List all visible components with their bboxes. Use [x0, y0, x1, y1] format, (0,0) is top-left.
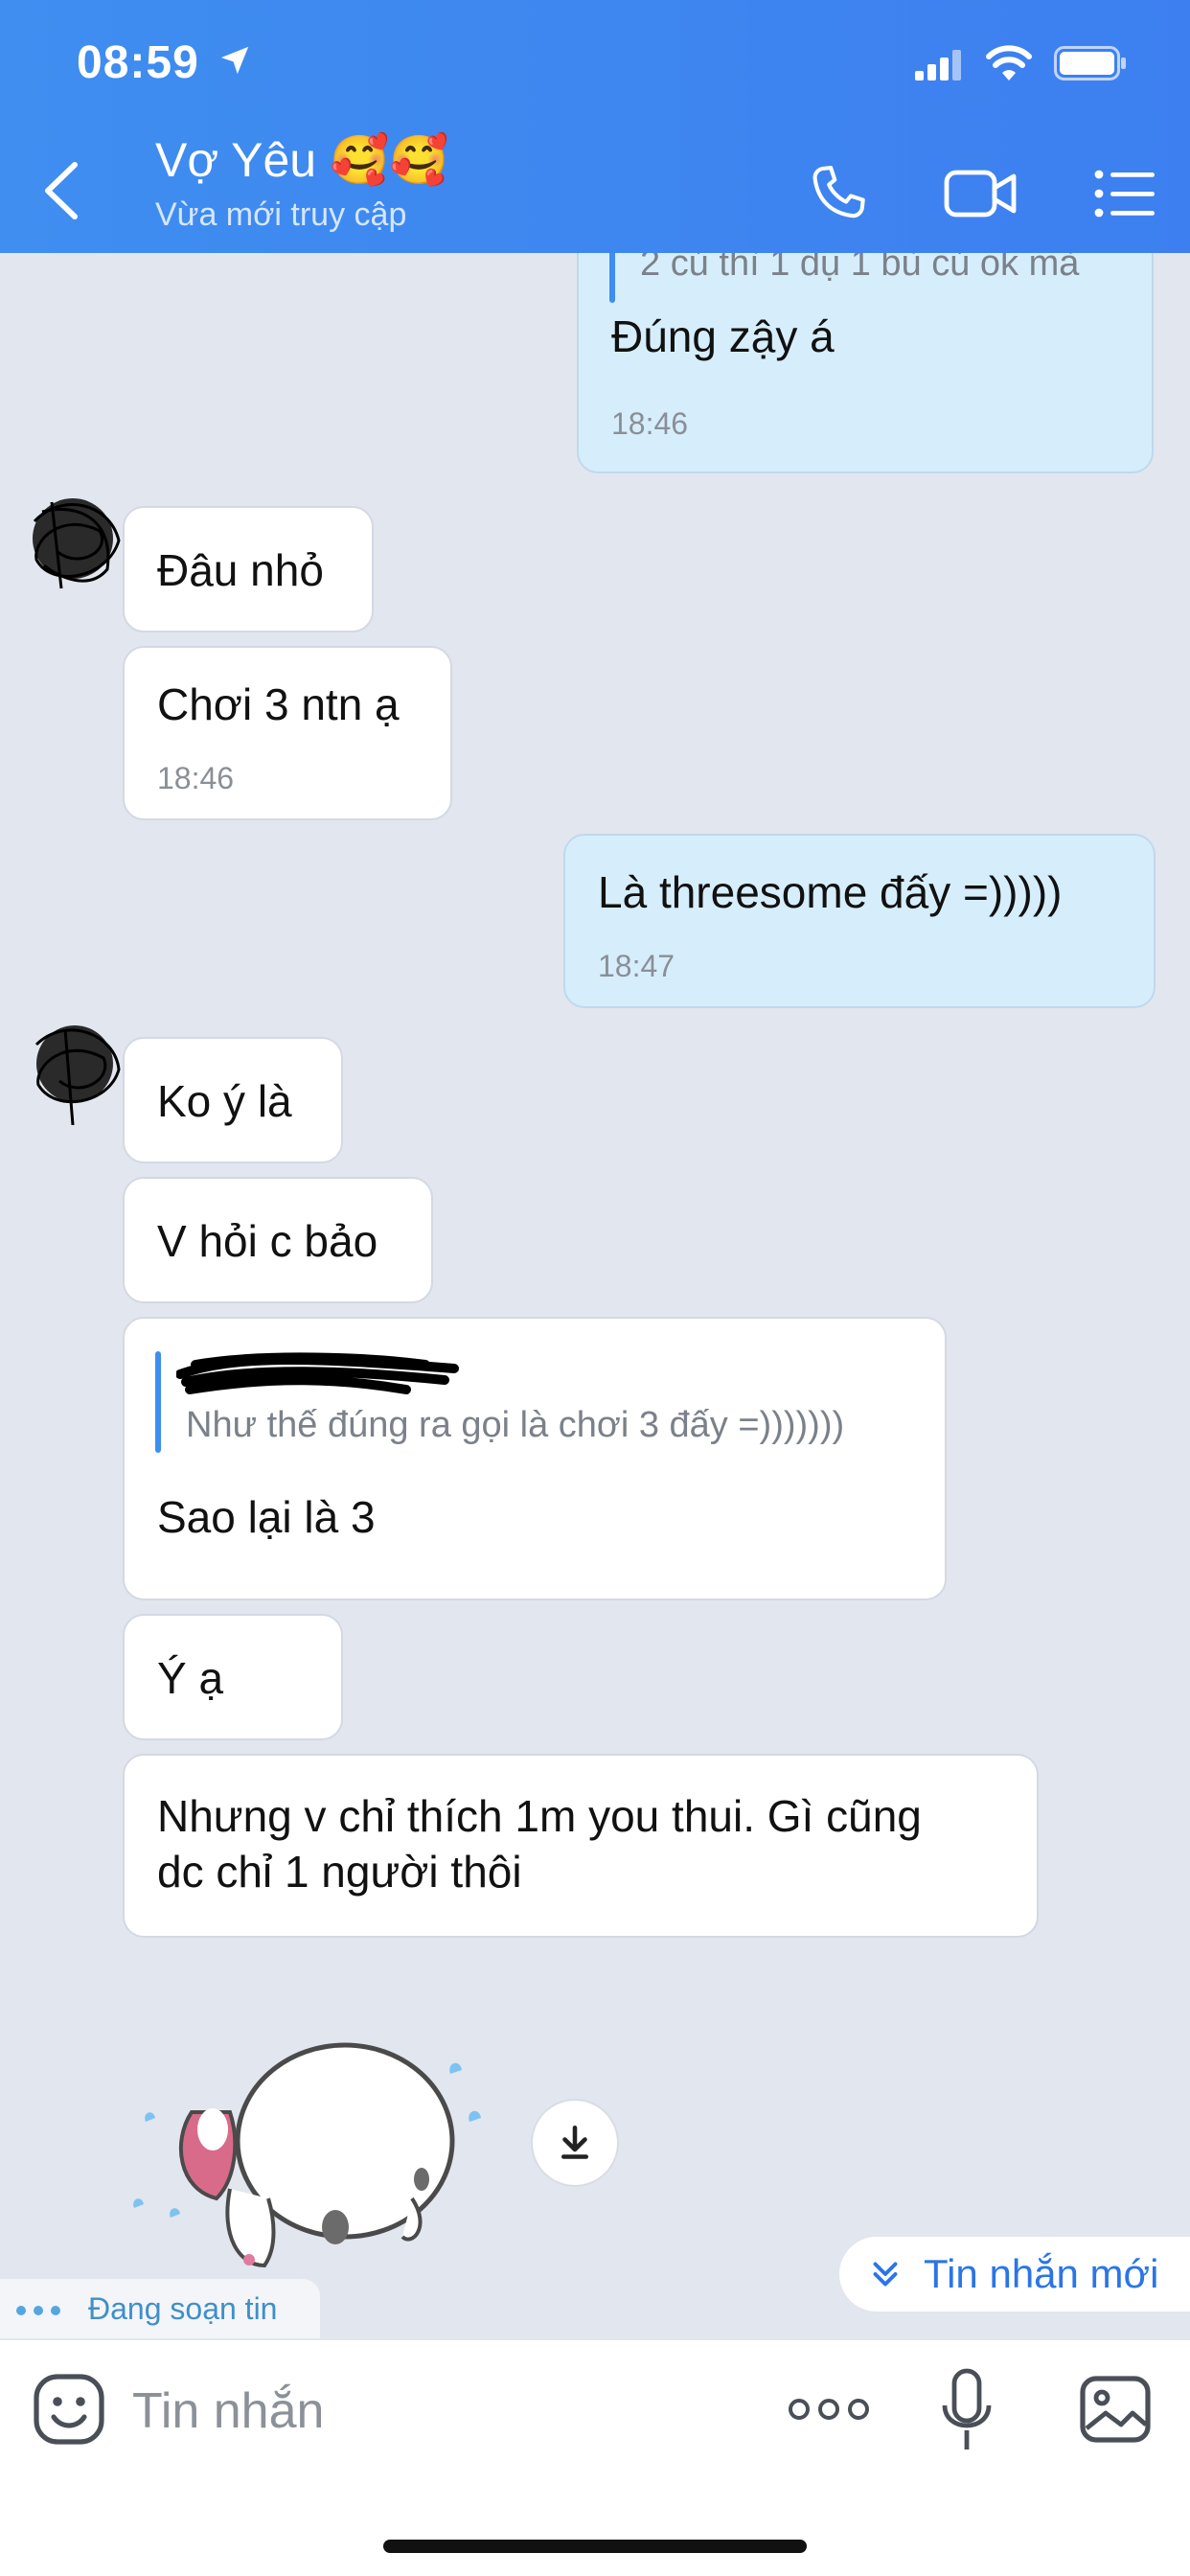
double-chevron-down-icon	[873, 2262, 898, 2287]
message-input[interactable]	[132, 2379, 726, 2444]
download-button[interactable]	[531, 2099, 619, 2187]
message-bubble-theirs[interactable]: Ko ý là	[123, 1037, 343, 1163]
message-list[interactable]: 2 củ thì 1 dụ 1 bù củ ok mà Đúng zậy á 1…	[0, 253, 1190, 2338]
redacted-sender-name	[176, 1352, 459, 1394]
wifi-icon	[986, 45, 1032, 80]
message-bubble-mine[interactable]: 2 củ thì 1 dụ 1 bù củ ok mà Đúng zậy á 1…	[577, 253, 1154, 473]
message-bubble-theirs[interactable]: Chơi 3 ntn ạ 18:46	[123, 646, 452, 820]
microphone-icon[interactable]	[941, 2367, 993, 2453]
message-time: 18:46	[157, 761, 235, 795]
video-camera-icon	[944, 170, 1017, 218]
message-bubble-theirs[interactable]: Ý ạ	[123, 1614, 343, 1740]
home-indicator	[383, 2540, 807, 2553]
contact-status: Vừa mới truy cập	[155, 196, 407, 233]
location-arrow-icon	[220, 46, 249, 75]
chat-screen: 08:59 Vợ Yêu 🥰🥰 Vừa mới truy cập 2 củ th…	[0, 0, 1190, 2576]
contact-avatar[interactable]	[23, 1010, 128, 1125]
typing-indicator: Đang soạn tin	[0, 2279, 320, 2338]
message-bubble-theirs[interactable]: Đâu nhỏ	[123, 506, 374, 632]
new-messages-label: Tin nhắn mới	[924, 2251, 1159, 2296]
menu-button[interactable]	[1085, 153, 1165, 234]
battery-icon	[1054, 46, 1126, 80]
message-bubble-theirs[interactable]: Nhưng v chỉ thích 1m you thui. Gì cũng d…	[123, 1754, 1039, 1938]
quote-bar	[609, 253, 615, 303]
list-icon	[1094, 170, 1155, 218]
emoji-icon[interactable]	[33, 2373, 105, 2446]
contact-avatar[interactable]	[23, 483, 128, 598]
new-messages-button[interactable]: Tin nhắn mới	[839, 2237, 1190, 2312]
status-time: 08:59	[77, 37, 199, 88]
ellipsis-icon[interactable]	[786, 2390, 872, 2428]
message-time: 18:46	[611, 406, 689, 441]
message-text: Ko ý là	[157, 1076, 292, 1126]
message-text: Chơi 3 ntn ạ	[157, 679, 400, 729]
message-text: Sao lại là 3	[157, 1492, 376, 1542]
call-button[interactable]	[797, 153, 878, 234]
typing-label: Đang soạn tin	[88, 2290, 278, 2326]
message-bubble-theirs[interactable]: Như thế đúng ra gọi là chơi 3 đấy =)))))…	[123, 1317, 947, 1600]
message-text: V hỏi c bảo	[157, 1216, 378, 1266]
quoted-text: 2 củ thì 1 dụ 1 bù củ ok mà	[640, 253, 1080, 284]
message-time: 18:47	[598, 949, 675, 983]
quote-bar	[155, 1351, 161, 1453]
chat-header: 08:59 Vợ Yêu 🥰🥰 Vừa mới truy cập	[0, 0, 1190, 253]
phone-icon	[812, 165, 865, 218]
quoted-text: Như thế đúng ra gọi là chơi 3 đấy =)))))…	[186, 1405, 845, 1445]
composer-bar	[0, 2338, 1190, 2576]
message-text: Ý ạ	[157, 1653, 224, 1703]
image-icon[interactable]	[1079, 2375, 1152, 2444]
message-text: Là threesome đấy =)))))	[598, 867, 1063, 917]
message-bubble-mine[interactable]: Là threesome đấy =))))) 18:47	[563, 834, 1156, 1008]
download-icon	[561, 2125, 588, 2159]
video-call-button[interactable]	[941, 153, 1021, 234]
sticker-image[interactable]	[125, 2007, 489, 2294]
message-text-line-2: dc chỉ 1 người thôi	[157, 1847, 522, 1897]
message-bubble-theirs[interactable]: V hỏi c bảo	[123, 1177, 433, 1303]
message-text-line-1: Nhưng v chỉ thích 1m you thui. Gì cũng	[157, 1791, 922, 1841]
message-text: Đúng zậy á	[611, 311, 835, 361]
back-button[interactable]	[38, 159, 86, 222]
contact-name[interactable]: Vợ Yêu 🥰🥰	[155, 132, 449, 189]
typing-dots-icon	[16, 2306, 60, 2315]
cellular-signal-icon	[915, 50, 961, 80]
message-text: Đâu nhỏ	[157, 545, 324, 595]
